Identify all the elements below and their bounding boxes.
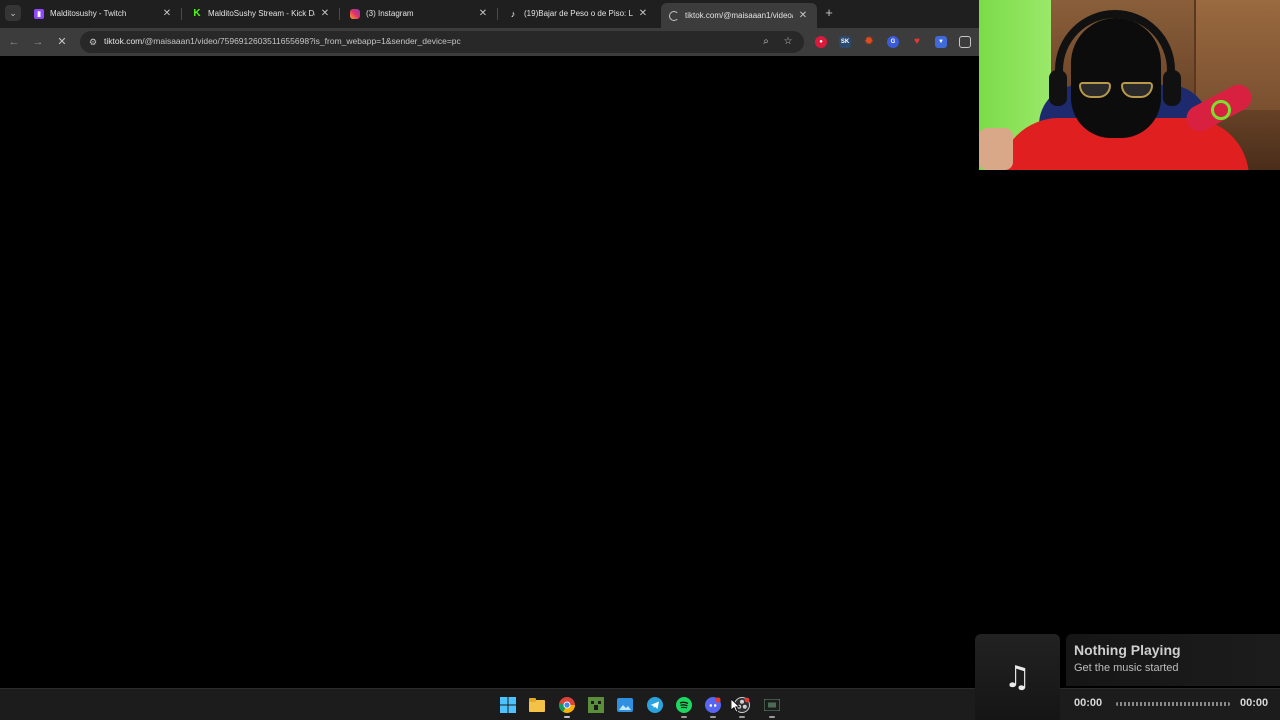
twitch-icon: ▮: [34, 8, 44, 19]
running-indicator: [681, 716, 687, 718]
tab-divider: [497, 8, 498, 20]
playback-progress-bar[interactable]: [1116, 702, 1230, 706]
kick-icon: K: [192, 8, 202, 19]
zoom-search-icon[interactable]: ⌕: [760, 36, 772, 48]
address-url[interactable]: tiktok.com/@maisaaan1/video/759691260351…: [104, 36, 461, 46]
photos-app-icon[interactable]: [617, 697, 633, 713]
minecraft-icon[interactable]: [588, 697, 604, 713]
file-explorer-icon[interactable]: [529, 697, 545, 713]
extension-shield-icon[interactable]: ▼: [935, 36, 947, 48]
close-icon[interactable]: ✕: [319, 8, 331, 20]
site-info-icon[interactable]: ⚙: [87, 36, 99, 48]
bookmark-star-icon[interactable]: ☆: [782, 36, 794, 48]
stop-loading-button[interactable]: ✕: [55, 35, 69, 49]
tab-instagram[interactable]: (3) Instagram ✕: [342, 3, 497, 24]
extension-sk-icon[interactable]: SK: [839, 36, 851, 48]
tab-title: MalditoSushy Stream - Kick Da: [208, 9, 315, 18]
discord-icon[interactable]: [705, 697, 721, 713]
loading-icon: [669, 10, 679, 21]
elapsed-time: 00:00: [1074, 697, 1103, 709]
extension-red-icon[interactable]: ●: [815, 36, 827, 48]
extensions-menu-icon[interactable]: [959, 36, 971, 48]
tab-divider: [181, 8, 182, 20]
spotify-icon[interactable]: [676, 697, 692, 713]
telegram-icon[interactable]: [647, 697, 663, 713]
extension-heart-icon[interactable]: ♥: [911, 36, 923, 48]
new-tab-button[interactable]: +: [822, 6, 836, 20]
extension-blue-icon[interactable]: G: [887, 36, 899, 48]
tab-search-menu-button[interactable]: ⌄: [5, 5, 21, 21]
browser-toolbar: ← → ✕ ⚙ tiktok.com/@maisaaan1/video/7596…: [0, 28, 979, 56]
url-host: tiktok.com: [104, 36, 143, 46]
webcam-overlay: [979, 0, 1280, 170]
close-icon[interactable]: ✕: [637, 8, 649, 20]
running-indicator: [739, 716, 745, 718]
close-icon[interactable]: ✕: [161, 8, 173, 20]
tab-twitch[interactable]: ▮ Malditosushy - Twitch ✕: [26, 3, 181, 24]
tab-kick[interactable]: K MalditoSushy Stream - Kick Da ✕: [184, 3, 339, 24]
forward-button[interactable]: →: [31, 35, 45, 49]
back-button[interactable]: ←: [7, 35, 21, 49]
now-playing-artwork: ♫: [975, 634, 1060, 720]
tab-tiktok-video-active[interactable]: tiktok.com/@maisaaan1/video/ ✕: [661, 3, 817, 28]
windows-start-icon[interactable]: [500, 697, 516, 713]
tab-title: (3) Instagram: [366, 9, 414, 18]
extension-puzzle-icon[interactable]: ✹: [863, 36, 875, 48]
duration-time: 00:00: [1240, 697, 1269, 709]
close-icon[interactable]: ✕: [797, 10, 809, 22]
now-playing-subtitle: Get the music started: [1074, 662, 1179, 674]
running-indicator: [710, 716, 716, 718]
masked-streamer: [1071, 18, 1161, 138]
tab-title: Malditosushy - Twitch: [50, 9, 127, 18]
now-playing-title: Nothing Playing: [1074, 642, 1181, 658]
running-indicator: [769, 716, 775, 718]
tiktok-icon: ♪: [510, 8, 516, 19]
tab-title: tiktok.com/@maisaaan1/video/: [685, 11, 793, 20]
now-playing-panel: Nothing Playing Get the music started: [1066, 634, 1280, 686]
tab-tiktok-bajar-de-peso[interactable]: ♪ (19)Bajar de Peso o de Piso: La ✕: [500, 3, 657, 24]
page-content-blank: [0, 56, 979, 688]
tab-strip: ⌄ ▮ Malditosushy - Twitch ✕ K MalditoSus…: [0, 0, 979, 28]
chrome-icon[interactable]: [559, 697, 575, 713]
address-bar[interactable]: ⚙ tiktok.com/@maisaaan1/video/7596912603…: [80, 31, 804, 53]
running-indicator: [564, 716, 570, 718]
url-path: /@maisaaan1/video/7596912603511655698?is…: [142, 36, 461, 46]
streamlabs-icon[interactable]: [764, 697, 780, 713]
tab-title: (19)Bajar de Peso o de Piso: La: [524, 9, 633, 18]
close-icon[interactable]: ✕: [477, 8, 489, 20]
music-note-icon: ♫: [1004, 659, 1031, 695]
instagram-icon: [350, 8, 360, 19]
tab-divider: [339, 8, 340, 20]
